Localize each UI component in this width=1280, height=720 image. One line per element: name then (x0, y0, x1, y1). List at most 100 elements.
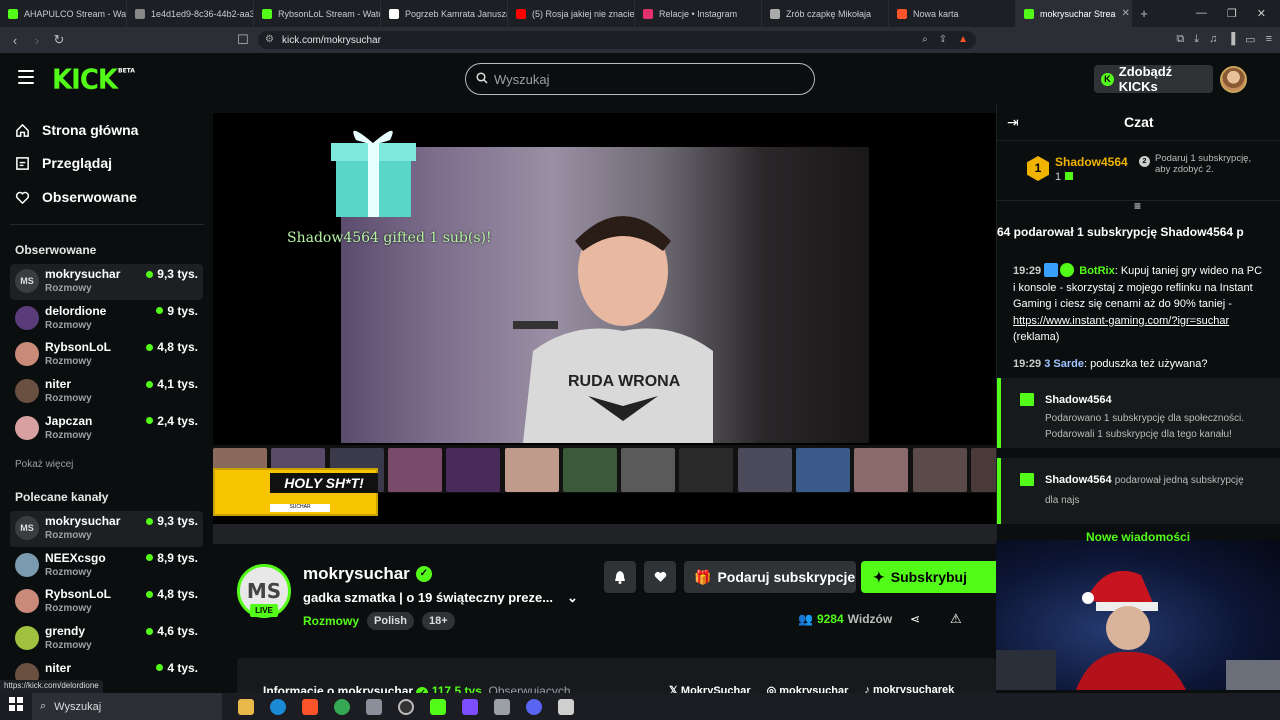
close-window-icon[interactable]: ✕ (1257, 7, 1266, 20)
channel-item[interactable]: NEEXcsgo Rozmowy 8,9 tys. (10, 548, 203, 584)
message-link[interactable]: https://www.instant-gaming.com/?igr=such… (1013, 315, 1229, 327)
kick-logo[interactable]: KICK BETA (52, 64, 135, 96)
nav-browse[interactable]: Przeglądaj (15, 155, 112, 171)
shield-app-icon[interactable] (558, 698, 574, 715)
channel-item[interactable]: RybsonLoL Rozmowy 4,8 tys. (10, 584, 203, 620)
gift-subscriptions-button[interactable]: 🎁 Podaruj subskrypcje (684, 561, 856, 593)
follow-heart-button[interactable] (644, 561, 676, 593)
browser-tab[interactable]: (5) Rosja jakiej nie znacie (508, 0, 635, 27)
obs-icon[interactable] (398, 698, 414, 715)
browser-tab[interactable]: Relacje • Instagram (635, 0, 762, 27)
message-user[interactable]: BotRix (1079, 265, 1114, 277)
reload-icon[interactable]: ↻ (48, 32, 70, 48)
tag-language[interactable]: Polish (367, 612, 415, 630)
kick-app-icon[interactable] (430, 698, 446, 715)
taskbar-search[interactable]: ⌕ Wyszukaj (32, 693, 222, 720)
download-icon[interactable]: ⤓ (1194, 33, 1199, 46)
nav-following[interactable]: Obserwowane (15, 189, 137, 205)
edge-icon[interactable] (270, 698, 286, 715)
gift-ticker: 64 podarował 1 subskrypcję Shadow4564 p (997, 221, 1280, 243)
toolbar-icons: ⧉ ⤓ ♫ ▐ ▭ ≡ (1176, 33, 1272, 46)
get-kicks-button[interactable]: K Zdobądź KICKs (1094, 64, 1213, 94)
top-gifter-name[interactable]: Shadow4564 (1055, 155, 1128, 169)
channel-name[interactable]: mokrysuchar (303, 564, 410, 584)
chrome-icon[interactable] (334, 698, 350, 715)
sub-event-text: Podarowano 1 subskrypcję dla społecznośc… (1045, 413, 1244, 440)
channel-item[interactable]: MS mokrysuchar Rozmowy 9,3 tys. (10, 511, 203, 547)
share-icon[interactable]: ⋖ (910, 612, 920, 626)
subscribe-button[interactable]: ✦ Subskrybuj (861, 561, 996, 593)
tab-title: Zrób czapkę Mikołaja (786, 8, 872, 19)
browser-tab[interactable]: RybsonLoL Stream - Watc (254, 0, 381, 27)
viewer-count: 👥 9284 Widzów (798, 612, 892, 626)
discord-icon[interactable] (526, 698, 542, 715)
brave-shield-icon[interactable]: ▲ (958, 34, 968, 45)
status-bar-url: https://kick.com/delordione (0, 680, 103, 693)
back-icon[interactable]: ‹ (4, 33, 26, 48)
bookmark-icon[interactable]: ☐ (232, 32, 254, 48)
report-warning-icon[interactable]: ⚠ (950, 611, 962, 627)
gifter-name[interactable]: Shadow4564 (1045, 394, 1112, 406)
share-icon[interactable]: ⇪ (939, 34, 947, 45)
stream-tags: Rozmowy Polish 18+ (303, 612, 455, 630)
notifications-bell-button[interactable] (604, 561, 636, 593)
windows-start-icon[interactable] (0, 697, 32, 716)
maximize-icon[interactable]: ❐ (1227, 7, 1237, 20)
channel-item[interactable]: RybsonLoL Rozmowy 4,8 tys. (10, 337, 203, 373)
site-info-icon[interactable]: ⚙ (265, 34, 274, 45)
viewers-number: 9284 (816, 612, 844, 626)
tag-age[interactable]: 18+ (422, 612, 455, 630)
channel-item[interactable]: MS mokrysuchar Rozmowy 9,3 tys. (10, 264, 203, 300)
browser-tab[interactable]: Zrób czapkę Mikołaja (762, 0, 889, 27)
bot-badge-icon (1044, 263, 1059, 277)
channel-item[interactable]: grendy Rozmowy 4,6 tys. (10, 621, 203, 657)
music-icon[interactable]: ♫ (1209, 33, 1217, 46)
sidebar-icon[interactable]: ▐ (1227, 33, 1235, 46)
nav-home[interactable]: Strona główna (15, 122, 138, 138)
show-more-link[interactable]: Pokaż więcej (15, 459, 73, 470)
browser-tab[interactable]: 1e4d1ed9-8c36-44b2-aa3 (127, 0, 254, 27)
new-messages-notice[interactable]: Nowe wiadomości (1086, 530, 1190, 544)
tab-title: (5) Rosja jakiej nie znacie (532, 8, 635, 19)
channel-item[interactable]: niter Rozmowy 4,1 tys. (10, 374, 203, 410)
browse-icon (16, 156, 29, 170)
hamburger-menu-icon[interactable] (18, 70, 34, 84)
video-player[interactable]: RUDA WRONA Shadow4564 gifted 1 sub(s)! H… (213, 103, 996, 544)
message-user[interactable]: Sarde (1053, 358, 1084, 370)
search-input[interactable]: Wyszukaj (465, 63, 815, 95)
windows-taskbar: ⌕ Wyszukaj (0, 693, 1280, 720)
camera-thumbnail (854, 448, 909, 492)
channel-item[interactable]: Japczan Rozmowy 2,4 tys. (10, 411, 203, 447)
brave-icon[interactable] (302, 698, 318, 715)
file-explorer-icon[interactable] (238, 698, 254, 715)
browser-tab[interactable]: Pogrzeb Kamrata Janusza (381, 0, 508, 27)
extensions-icon[interactable]: ⧉ (1176, 33, 1184, 46)
collapse-chat-icon[interactable]: ⇥ (1007, 114, 1019, 131)
browser-tab[interactable]: AHAPULCO Stream - Watc (0, 0, 127, 27)
live-dot-icon (146, 590, 154, 598)
tab-title: Relacje • Instagram (659, 8, 738, 19)
recommended-heading: Polecane kanały (15, 490, 109, 504)
browser-tab[interactable]: Nowa karta (889, 0, 1016, 27)
camera-thumbnail (504, 448, 559, 492)
utility-icon[interactable] (494, 698, 510, 715)
channel-item[interactable]: delordione Rozmowy 9 tys. (10, 301, 203, 337)
browser-tab-active[interactable]: mokrysuchar Strea ✕ (1016, 0, 1132, 27)
forward-icon[interactable]: › (26, 33, 48, 48)
category-link[interactable]: Rozmowy (303, 614, 359, 628)
minimize-icon[interactable]: — (1196, 7, 1207, 20)
channel-name: Japczan (45, 413, 93, 428)
menu-icon[interactable]: ≡ (1266, 33, 1272, 46)
streaming-app-icon[interactable] (462, 698, 478, 715)
new-tab-button[interactable]: + (1132, 6, 1156, 21)
banner-subtitle: SUCHAR (270, 504, 330, 512)
app-icon[interactable] (366, 698, 382, 715)
close-tab-icon[interactable]: ✕ (1122, 8, 1130, 19)
expand-pinned-icon[interactable]: ≡ (1134, 199, 1141, 213)
url-field[interactable]: ⚙ kick.com/mokrysuchar ⌕ ⇪ ▲ (258, 31, 976, 49)
expand-title-chevron-icon[interactable]: ⌄ (567, 590, 578, 606)
zoom-icon[interactable]: ⌕ (922, 34, 928, 45)
gifter-name[interactable]: Shadow4564 (1045, 474, 1112, 486)
user-avatar[interactable] (1220, 66, 1247, 93)
wallet-icon[interactable]: ▭ (1245, 33, 1255, 46)
